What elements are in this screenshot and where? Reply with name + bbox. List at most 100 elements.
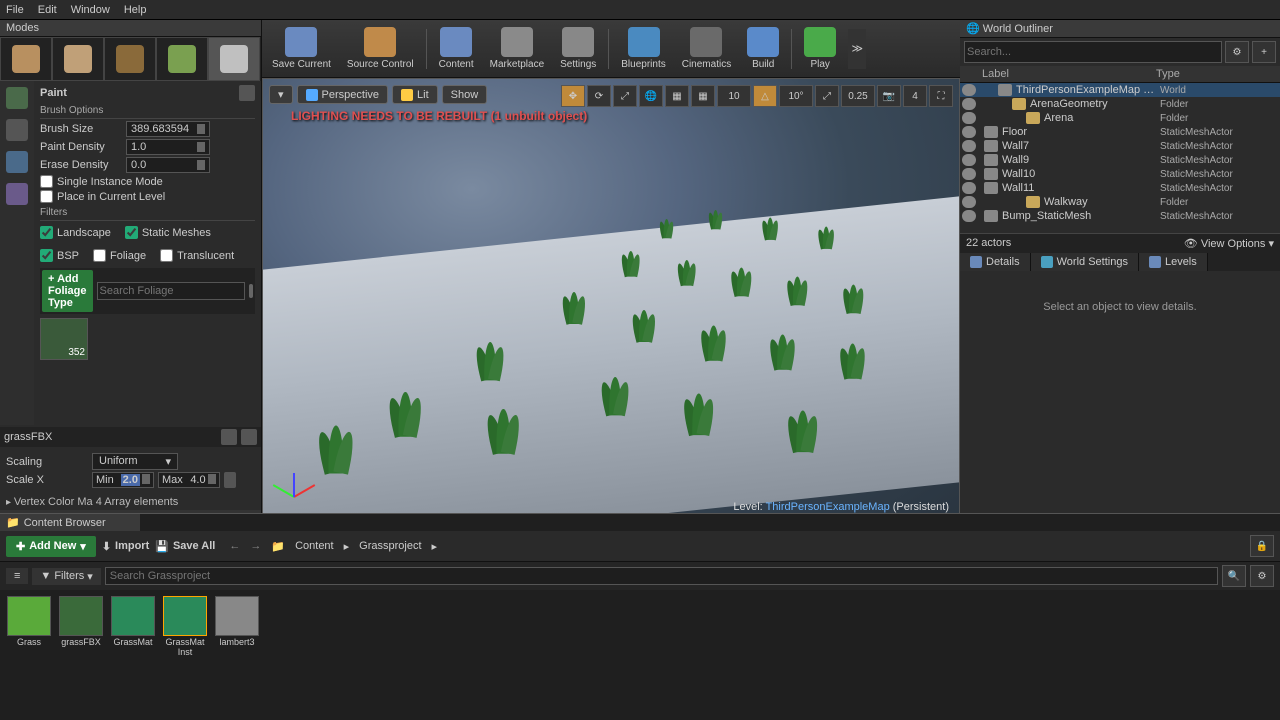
save-current-button[interactable]: Save Current — [268, 27, 335, 70]
scale-snap[interactable]: ⤢ — [815, 85, 839, 107]
visibility-icon[interactable] — [962, 84, 976, 96]
angle-snap[interactable]: △ — [753, 85, 777, 107]
foliage-thumb[interactable]: 352 — [40, 318, 88, 360]
search-icon[interactable]: 🔍 — [1222, 565, 1246, 587]
browse-icon[interactable] — [241, 429, 257, 445]
scale-snap-value[interactable]: 0.25 — [841, 85, 875, 107]
erase-density-input[interactable]: 0.0 — [126, 157, 210, 173]
tab-details[interactable]: Details — [960, 253, 1031, 271]
visibility-icon[interactable] — [962, 126, 976, 138]
cinematics-button[interactable]: Cinematics — [678, 27, 735, 70]
vertex-color-row[interactable]: ▸ Vertex Color Ma 4 Array elements — [0, 494, 261, 510]
viewport-show[interactable]: Show — [442, 85, 488, 104]
outliner-row[interactable]: ThirdPersonExampleMap (Editor)World — [960, 83, 1280, 97]
import-button[interactable]: ⬇ Import — [102, 540, 149, 553]
visibility-icon[interactable] — [962, 140, 976, 152]
build-button[interactable]: Build — [743, 27, 783, 70]
transform-scale[interactable]: ⤢ — [613, 85, 637, 107]
viewport-lit[interactable]: Lit — [392, 85, 438, 104]
filter-translucent-checkbox[interactable] — [160, 249, 173, 262]
reset-icon[interactable] — [239, 85, 255, 101]
save-all-button[interactable]: 💾 Save All — [155, 540, 215, 553]
angle-snap-value[interactable]: 10° — [779, 85, 813, 107]
settings-icon[interactable]: ⚙ — [1250, 565, 1274, 587]
camera-speed[interactable]: 📷 — [877, 85, 901, 107]
add-foliage-button[interactable]: + Add Foliage Type — [42, 270, 93, 312]
single-instance-checkbox[interactable] — [40, 175, 53, 188]
asset-item[interactable]: Grass — [6, 596, 52, 658]
asset-item[interactable]: lambert3 — [214, 596, 260, 658]
menu-file[interactable]: File — [6, 4, 24, 16]
outliner-row[interactable]: Wall11StaticMeshActor — [960, 181, 1280, 195]
viewport-perspective[interactable]: Perspective — [297, 85, 388, 104]
place-level-checkbox[interactable] — [40, 190, 53, 203]
outliner-row[interactable]: WalkwayFolder — [960, 195, 1280, 209]
view-mode-icon[interactable]: ≡ — [6, 568, 28, 584]
mode-paint[interactable] — [52, 37, 104, 81]
tab-levels[interactable]: Levels — [1139, 253, 1208, 271]
filter-bsp-checkbox[interactable] — [40, 249, 53, 262]
transform-move[interactable]: ✥ — [561, 85, 585, 107]
outliner-add-icon[interactable]: + — [1252, 41, 1276, 63]
content-search-input[interactable] — [105, 567, 1218, 585]
asset-item[interactable]: grassFBX — [58, 596, 104, 658]
coord-space[interactable]: 🌐 — [639, 85, 663, 107]
paint-density-input[interactable]: 1.0 — [126, 139, 210, 155]
outliner-label-header[interactable]: Label — [982, 68, 1156, 80]
crumb-content[interactable]: Content — [295, 540, 334, 552]
viewport[interactable]: ▾ Perspective Lit Show ✥ ⟳ ⤢ 🌐 ▦ ▦ 10 △ … — [262, 78, 960, 520]
visibility-icon[interactable] — [962, 196, 976, 208]
lock-icon[interactable] — [224, 472, 236, 488]
menu-help[interactable]: Help — [124, 4, 147, 16]
nav-back[interactable]: ← — [229, 540, 240, 552]
mode-geometry[interactable] — [208, 37, 260, 81]
camera-speed-value[interactable]: 4 — [903, 85, 927, 107]
visibility-icon[interactable] — [962, 210, 976, 222]
tool-paint-icon[interactable] — [6, 87, 28, 109]
filter-foliage-checkbox[interactable] — [93, 249, 106, 262]
crumb-project[interactable]: Grassproject — [359, 540, 421, 552]
scalex-min-input[interactable]: Min 2.0 — [92, 472, 154, 488]
filters-button[interactable]: ▼ Filters ▾ — [32, 568, 100, 585]
brush-size-input[interactable]: 389.683594 — [126, 121, 210, 137]
mode-place[interactable] — [0, 37, 52, 81]
mode-landscape[interactable] — [104, 37, 156, 81]
tool-select-icon[interactable] — [6, 151, 28, 173]
outliner-row[interactable]: Wall7StaticMeshActor — [960, 139, 1280, 153]
mode-foliage[interactable] — [156, 37, 208, 81]
visibility-icon[interactable] — [962, 168, 976, 180]
menu-window[interactable]: Window — [71, 4, 110, 16]
outliner-row[interactable]: FloorStaticMeshActor — [960, 125, 1280, 139]
source-control-button[interactable]: Source Control — [343, 27, 418, 70]
visibility-icon[interactable] — [962, 112, 976, 124]
scaling-dropdown[interactable]: Uniform▾ — [92, 453, 178, 470]
outliner-filter-icon[interactable]: ⚙ — [1225, 41, 1249, 63]
outliner-row[interactable]: ArenaFolder — [960, 111, 1280, 125]
visibility-icon[interactable] — [962, 154, 976, 166]
visibility-icon[interactable] — [962, 182, 976, 194]
toolbar-overflow[interactable]: ≫ — [848, 29, 866, 69]
menu-edit[interactable]: Edit — [38, 4, 57, 16]
marketplace-button[interactable]: Marketplace — [486, 27, 548, 70]
asset-item[interactable]: GrassMat Inst — [162, 596, 208, 658]
outliner-row[interactable]: Bump_StaticMeshStaticMeshActor — [960, 209, 1280, 223]
folder-icon[interactable]: 📁 — [271, 540, 285, 553]
world-outliner-tab[interactable]: 🌐 World Outliner — [966, 22, 1053, 35]
maximize-viewport[interactable]: ⛶ — [929, 85, 953, 107]
blueprints-button[interactable]: Blueprints — [617, 27, 669, 70]
filter-static-meshes-checkbox[interactable] — [125, 226, 138, 239]
asset-item[interactable]: GrassMat — [110, 596, 156, 658]
outliner-row[interactable]: Wall10StaticMeshActor — [960, 167, 1280, 181]
settings-button[interactable]: Settings — [556, 27, 600, 70]
save-icon[interactable] — [221, 429, 237, 445]
play-button[interactable]: Play — [800, 27, 840, 70]
foliage-search-input[interactable] — [97, 282, 245, 300]
tool-reapply-icon[interactable] — [6, 119, 28, 141]
outliner-row[interactable]: ArenaGeometryFolder — [960, 97, 1280, 111]
outliner-view-options[interactable]: 👁 View Options ▾ — [1184, 237, 1274, 250]
lock-browser-icon[interactable]: 🔒 — [1250, 535, 1274, 557]
viewport-options[interactable]: ▾ — [269, 85, 293, 104]
content-button[interactable]: Content — [435, 27, 478, 70]
filter-landscape-checkbox[interactable] — [40, 226, 53, 239]
outliner-search-input[interactable] — [964, 41, 1222, 63]
